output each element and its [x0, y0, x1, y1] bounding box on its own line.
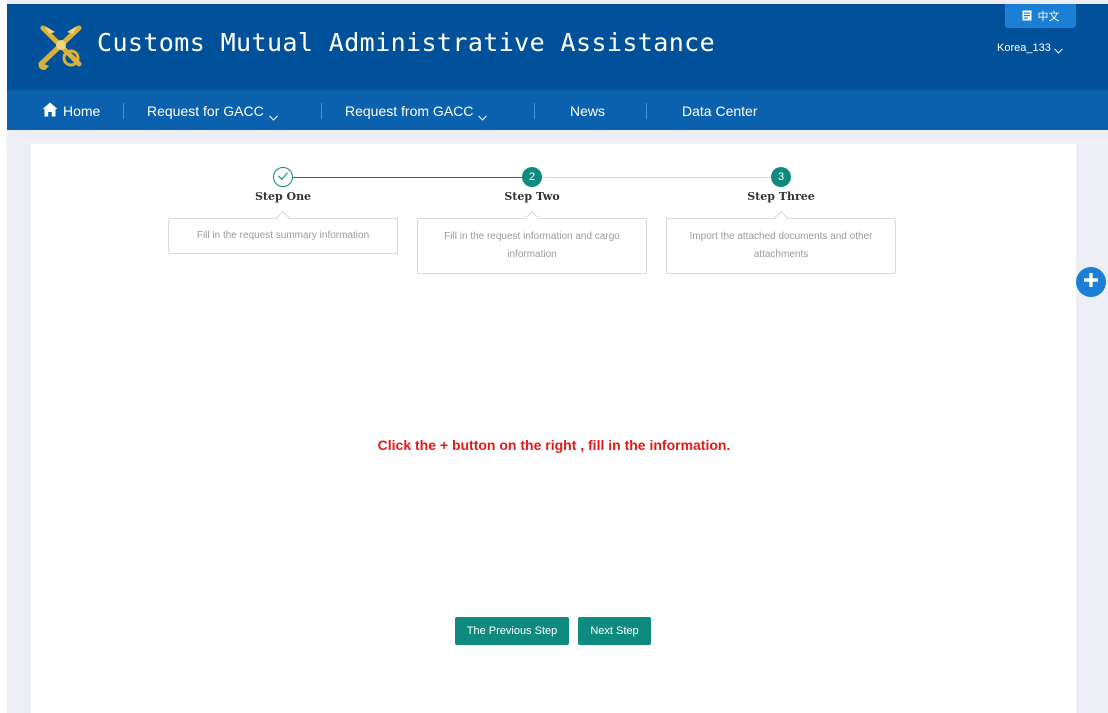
- nav-request-from-gacc-label: Request from GACC: [345, 103, 474, 119]
- step-one-indicator: [273, 167, 293, 187]
- user-menu[interactable]: Korea_133: [997, 42, 1063, 54]
- nav-data-center[interactable]: Data Center: [682, 91, 757, 131]
- language-switch-button[interactable]: 中文: [1005, 4, 1076, 28]
- nav-news-label: News: [570, 103, 606, 119]
- step-one-title: Step One: [254, 190, 312, 203]
- instruction-hint: Click the + button on the right , fill i…: [377, 437, 731, 453]
- check-icon: [277, 171, 289, 184]
- nav-request-from-gacc[interactable]: Request from GACC: [345, 91, 488, 131]
- nav-home-label: Home: [63, 103, 101, 119]
- plus-icon: [1083, 272, 1099, 293]
- step-three-title: Step Three: [747, 190, 815, 203]
- user-name: Korea_133: [997, 42, 1051, 54]
- nav-request-for-gacc[interactable]: Request for GACC: [147, 91, 278, 131]
- step-three-description-text: Import the attached documents and other …: [689, 231, 873, 260]
- step-connector: [542, 177, 771, 178]
- step-one-description-text: Fill in the request summary information: [196, 230, 370, 241]
- nav-divider: [646, 103, 647, 119]
- step-two-title: Step Two: [504, 190, 560, 203]
- step-three-indicator: 3: [771, 167, 791, 187]
- nav-data-center-label: Data Center: [682, 103, 758, 119]
- nav-news[interactable]: News: [570, 91, 605, 131]
- window-edge: [0, 0, 7, 713]
- nav-divider: [123, 103, 124, 119]
- chevron-down-icon: [478, 108, 488, 121]
- step-two-description-text: Fill in the request information and carg…: [444, 231, 620, 260]
- customs-emblem-logo: [33, 18, 89, 74]
- step-three-description: Import the attached documents and other …: [666, 210, 896, 274]
- add-button[interactable]: [1076, 267, 1106, 297]
- nav-divider: [321, 103, 322, 119]
- home-icon: [42, 102, 58, 120]
- app-header: Customs Mutual Administrative Assistance…: [7, 4, 1108, 90]
- step-two-indicator: 2: [522, 167, 542, 187]
- main-nav: Home Request for GACC Request from GACC …: [7, 90, 1108, 130]
- step-connector: [293, 177, 522, 178]
- app-title: Customs Mutual Administrative Assistance: [97, 28, 716, 57]
- next-step-button[interactable]: Next Step: [578, 617, 651, 645]
- language-label: 中文: [1037, 11, 1060, 23]
- chevron-down-icon: [268, 108, 278, 121]
- document-icon: [1022, 10, 1033, 22]
- nav-home[interactable]: Home: [42, 91, 100, 131]
- nav-divider: [534, 103, 535, 119]
- step-two-description: Fill in the request information and carg…: [417, 210, 647, 274]
- nav-request-for-gacc-label: Request for GACC: [147, 103, 264, 119]
- chevron-down-icon: [1053, 45, 1063, 54]
- previous-step-button[interactable]: The Previous Step: [455, 617, 569, 645]
- step-one-description: Fill in the request summary information: [168, 210, 398, 254]
